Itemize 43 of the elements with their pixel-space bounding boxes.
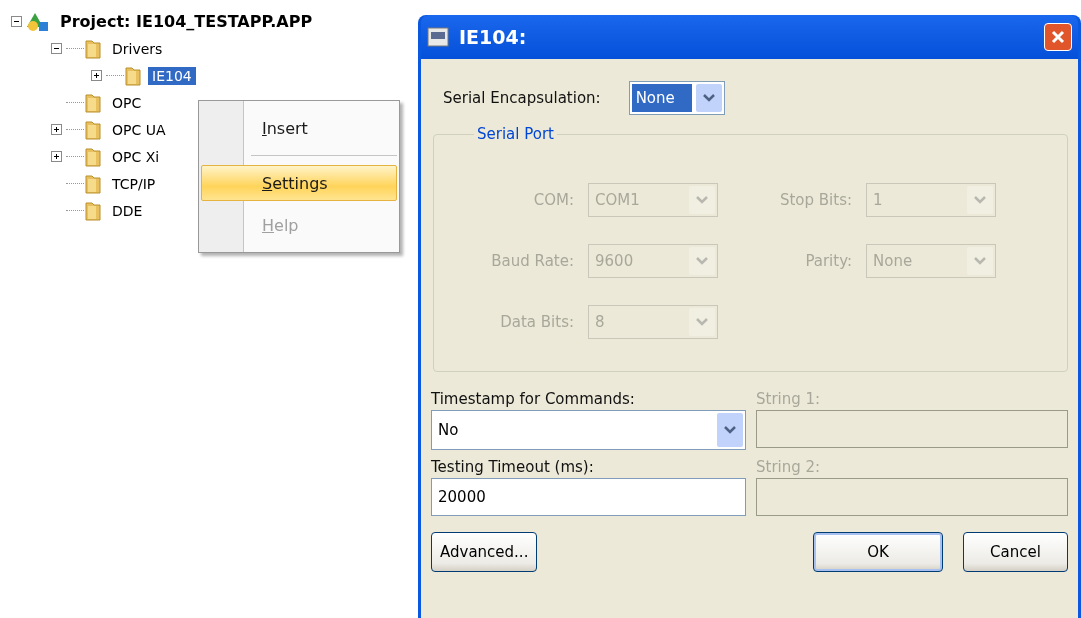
dialog-button[interactable]: OK [813, 532, 943, 572]
collapse-toggle[interactable] [10, 16, 22, 27]
tree-item[interactable]: OPC UA [108, 120, 170, 139]
expand-toggle[interactable] [50, 151, 62, 162]
text-field[interactable]: 20000 [431, 478, 746, 516]
dialog-title: IE104: [459, 26, 528, 48]
dropdown[interactable]: None [628, 81, 725, 115]
field-label: Parity: [804, 252, 852, 270]
group-title: Serial Port [476, 125, 555, 143]
tree-item[interactable]: OPC [108, 93, 146, 112]
field-label: Testing Timeout (ms): [431, 458, 595, 476]
dropdown[interactable]: No [431, 410, 746, 450]
folder-icon [84, 199, 102, 222]
folder-icon [84, 91, 102, 114]
expand-toggle[interactable] [50, 124, 62, 135]
dialog-button[interactable]: Advanced... [431, 532, 538, 572]
close-button[interactable] [1044, 23, 1072, 51]
dialog-button[interactable]: Cancel [963, 532, 1068, 572]
tree-item[interactable]: Drivers [108, 39, 167, 58]
field-label: Baud Rate: [490, 252, 574, 270]
folder-icon [84, 37, 102, 60]
field-label: String 2: [756, 458, 822, 476]
field-label: COM: [532, 191, 574, 209]
field-label: String 1: [756, 390, 822, 408]
field-label: Serial Encapsulation: [443, 89, 601, 107]
field-label: Stop Bits: [778, 191, 852, 209]
folder-icon [84, 118, 102, 141]
project-title[interactable]: Project: IE104_TESTAPP.APP [56, 11, 317, 32]
close-icon [1051, 30, 1065, 44]
tree-item[interactable]: DDE [108, 201, 147, 220]
expand-toggle[interactable] [90, 70, 102, 81]
folder-icon [124, 64, 142, 87]
field-label: Timestamp for Commands: [431, 390, 636, 408]
tree-item[interactable]: TCP/IP [108, 174, 160, 193]
menu-item[interactable]: Insert [201, 110, 397, 146]
field-label: Data Bits: [499, 313, 574, 331]
menu-item[interactable]: Settings [201, 165, 397, 201]
tree-item[interactable]: OPC Xi [108, 147, 164, 166]
folder-icon [84, 145, 102, 168]
tree-item[interactable]: IE104 [148, 66, 196, 85]
folder-icon [84, 172, 102, 195]
window-icon [427, 27, 449, 47]
collapse-toggle[interactable] [50, 43, 62, 54]
